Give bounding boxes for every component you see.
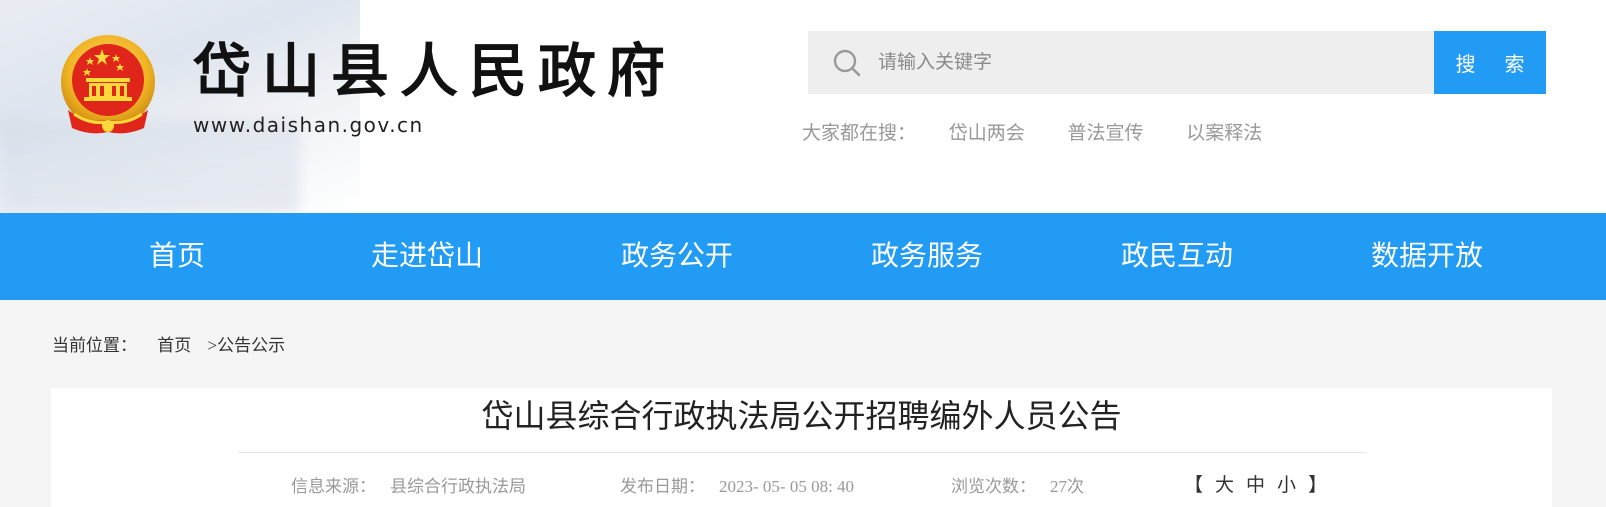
article-views: 浏览次数： 27次 [951,472,1084,497]
views-label: 浏览次数： [951,477,1036,496]
font-size-open-bracket: 【 [1184,475,1204,496]
national-emblem-icon [61,35,155,134]
site-title: 岱山县人民政府 [193,37,677,105]
source-value: 县综合行政执法局 [390,477,526,496]
search-box [808,31,1434,94]
article-date: 发布日期： 2023- 05- 05 08: 40 [620,472,854,497]
hot-search-label: 大家都在搜： [802,123,917,144]
breadcrumb-label: 当前位置： [52,336,137,355]
hot-search: 大家都在搜： 岱山两会 普法宣传 以案释法 [802,118,1300,145]
font-size-large-button[interactable]: 大 [1215,470,1234,497]
nav-item-home[interactable]: 首页 [77,213,277,300]
font-size-control: 【大中小】 [1184,470,1339,497]
header-background [0,0,360,213]
views-value: 27次 [1050,477,1084,496]
breadcrumb: 当前位置： 首页 >公告公示 [52,331,285,356]
search-button[interactable]: 搜 索 [1434,31,1546,94]
nav-item-about[interactable]: 走进岱山 [327,213,527,300]
site-header: 岱山县人民政府 www.daishan.gov.cn 搜 索 大家都在搜： 岱山… [0,0,1606,213]
article-card: 岱山县综合行政执法局公开招聘编外人员公告 信息来源： 县综合行政执法局 发布日期：… [51,388,1552,507]
article-title: 岱山县综合行政执法局公开招聘编外人员公告 [481,398,1122,434]
font-size-medium-button[interactable]: 中 [1246,470,1265,497]
date-value: 2023- 05- 05 08: 40 [719,477,855,496]
nav-item-gov-services[interactable]: 政务服务 [827,213,1027,300]
search-icon [833,49,861,77]
hot-search-link[interactable]: 普法宣传 [1068,118,1144,145]
title-divider [239,452,1366,453]
nav-item-open-data[interactable]: 数据开放 [1327,213,1527,300]
hot-search-link[interactable]: 岱山两会 [949,118,1025,145]
font-size-small-button[interactable]: 小 [1277,470,1296,497]
nav-item-gov-affairs[interactable]: 政务公开 [577,213,777,300]
breadcrumb-home-link[interactable]: 首页 [157,331,191,356]
font-size-close-bracket: 】 [1308,475,1328,496]
date-label: 发布日期： [620,477,705,496]
search-input[interactable] [878,31,1418,94]
nav-item-interaction[interactable]: 政民互动 [1077,213,1277,300]
hot-search-link[interactable]: 以案释法 [1186,118,1262,145]
source-label: 信息来源： [291,477,376,496]
site-url: www.daishan.gov.cn [193,113,424,137]
main-nav: 首页 走进岱山 政务公开 政务服务 政民互动 数据开放 [0,213,1606,300]
breadcrumb-current[interactable]: >公告公示 [208,331,286,356]
article-source: 信息来源： 县综合行政执法局 [291,472,526,497]
